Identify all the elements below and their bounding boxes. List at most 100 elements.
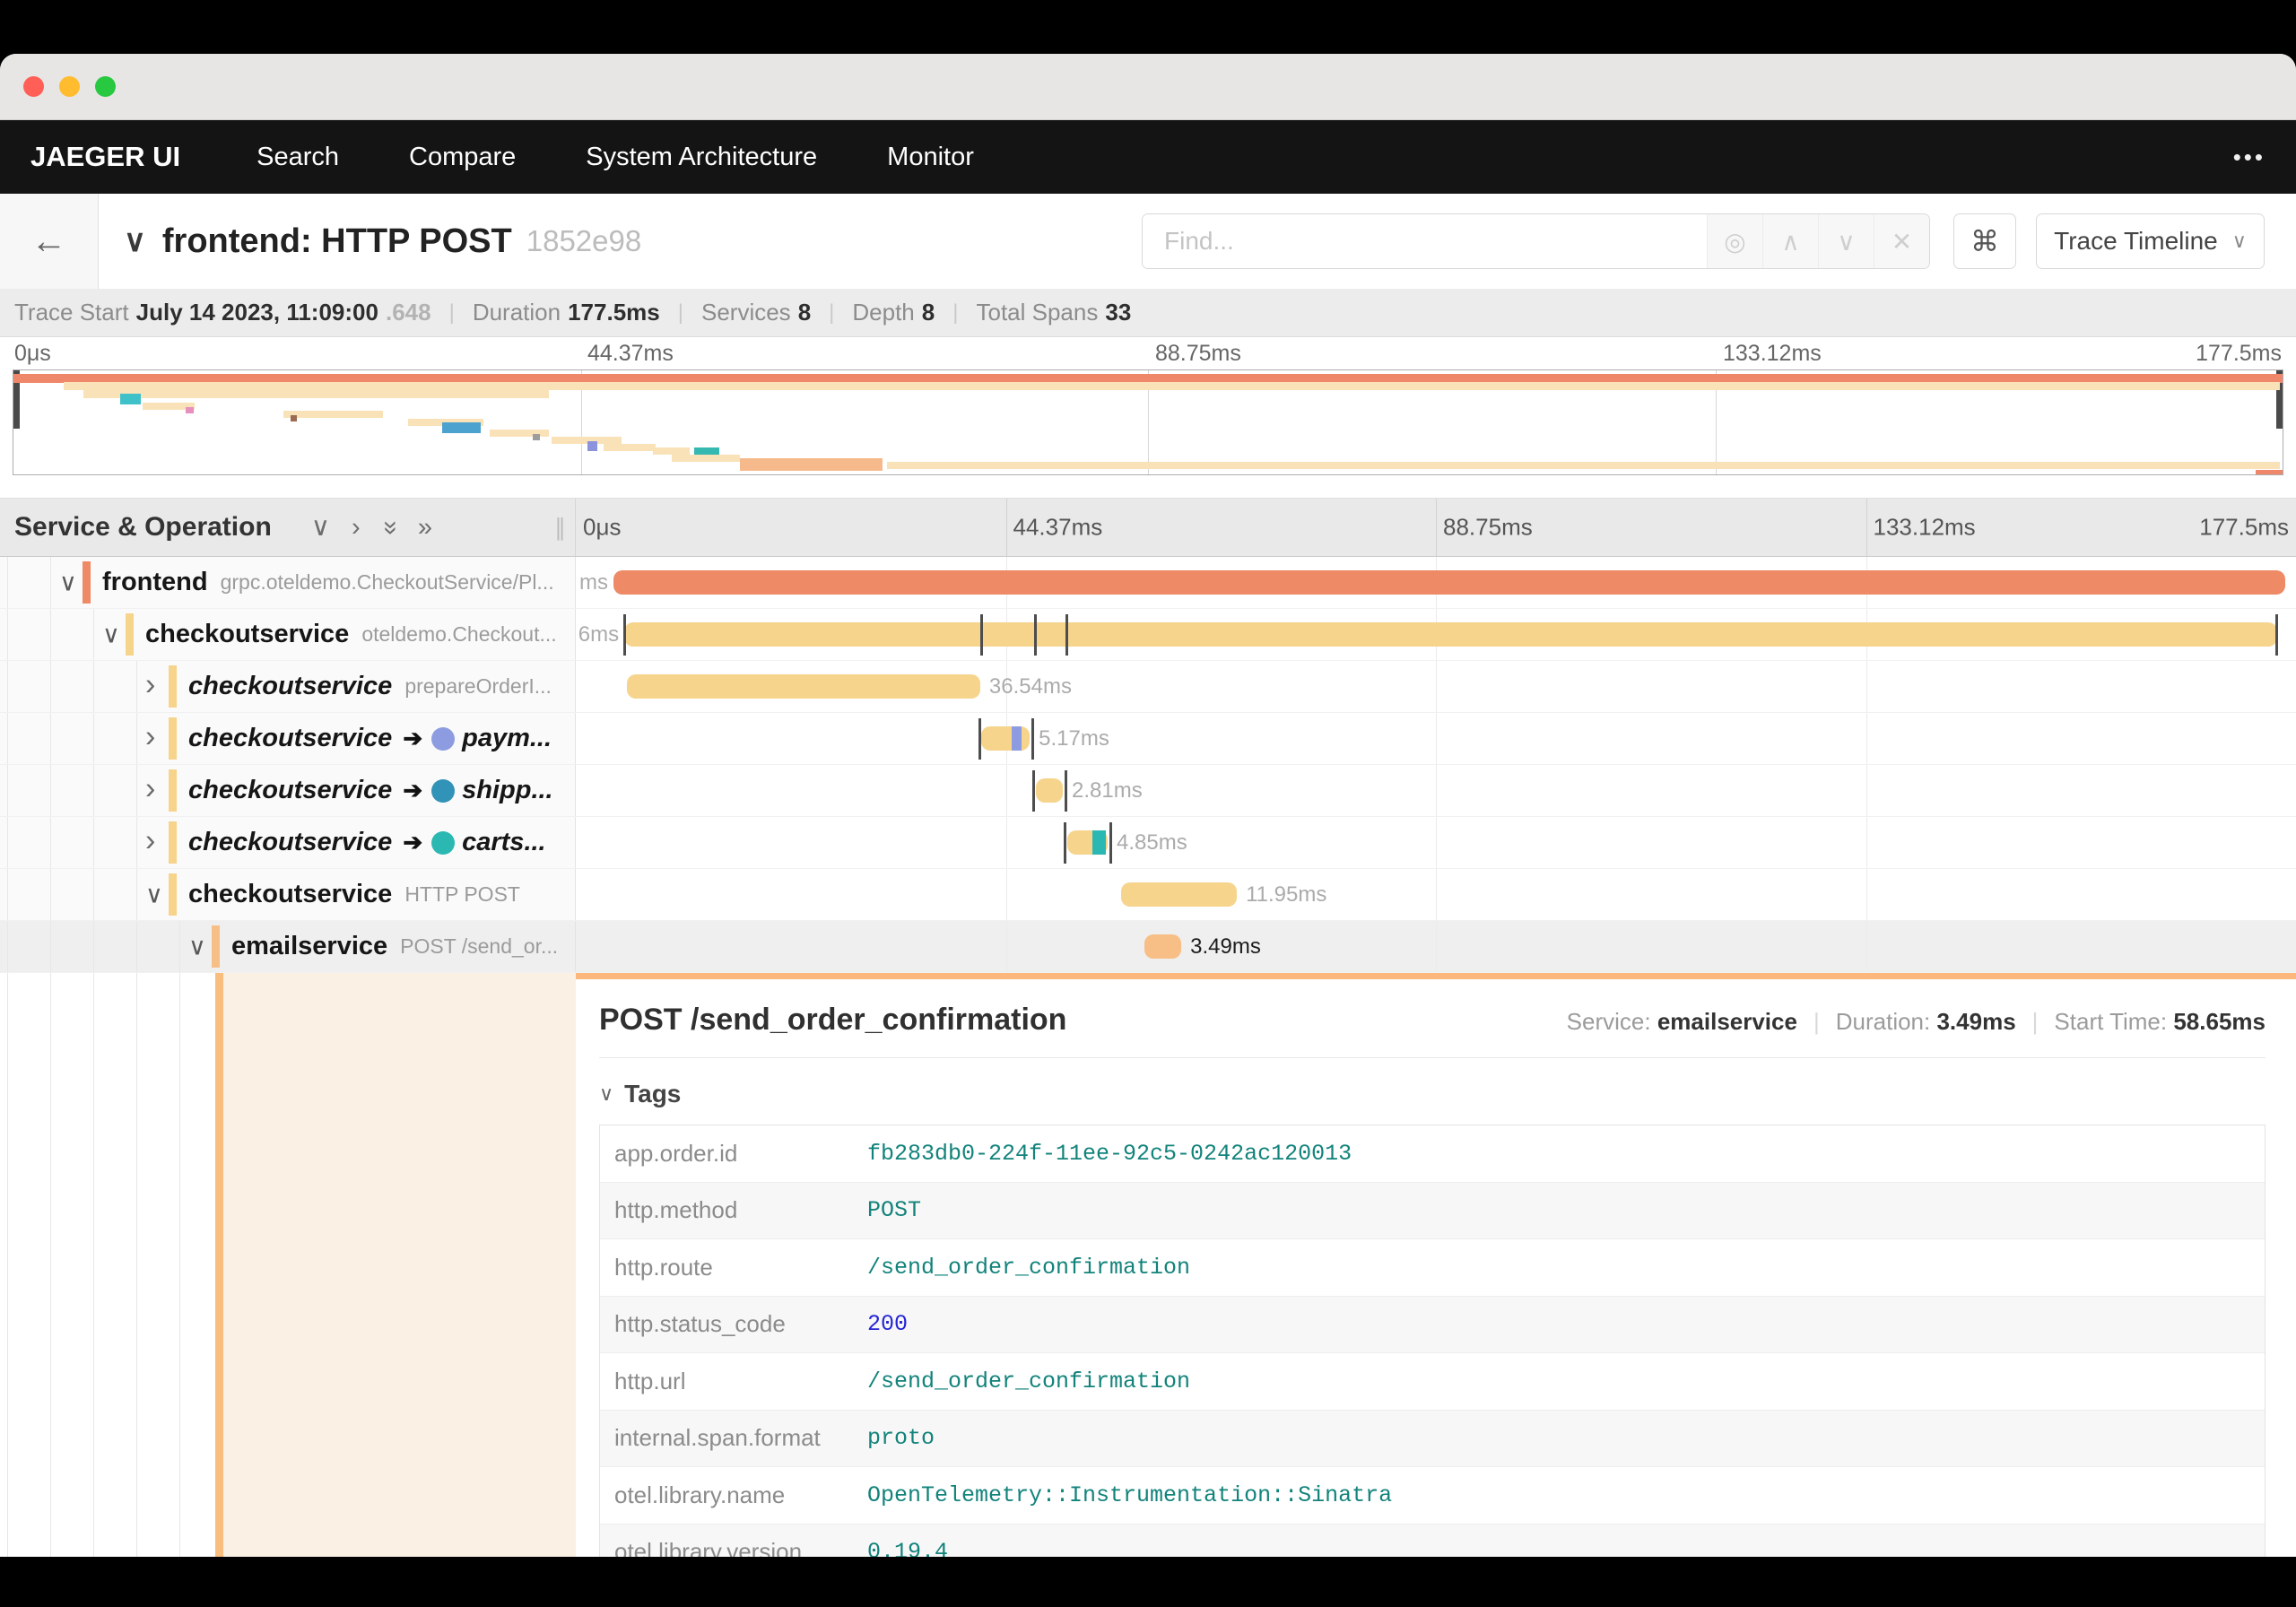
axis-tick-label: 177.5ms [2196,341,2282,367]
service-name: checkoutservice [188,672,392,701]
span-row-checkoutservice-6: ∨checkoutserviceHTTP POST11.95ms [0,869,2296,921]
chevron-down-icon[interactable]: ∨ [145,881,163,908]
span-rows: ∨ frontendgrpc.oteldemo.CheckoutService/P… [0,557,2296,973]
find-input[interactable] [1143,214,1707,268]
indent-guide [93,921,94,972]
tag-row-app-order-id: app.order.idfb283db0-224f-11ee-92c5-0242… [600,1125,2265,1183]
span-name-cell[interactable]: ∨emailservicePOST /send_or... [0,921,576,972]
summary-value: July 14 2023, 11:09:00 [136,299,378,326]
span-event-tick [1034,614,1037,656]
collapse-all-icon[interactable]: « [376,520,402,534]
find-locate-button[interactable]: ◎ [1707,214,1762,268]
trace-header: ← ∨ frontend: HTTP POST 1852e98 ◎∧∨✕ ⌘ T… [0,194,2296,289]
tag-row-http-status-code: http.status_code200 [600,1297,2265,1354]
minimap-canvas[interactable] [13,369,2283,475]
reference-arrow-icon: ➔ [403,725,422,752]
span-name-cell[interactable]: ∨checkoutserviceHTTP POST [0,869,576,920]
expand-one-icon[interactable]: › [352,515,361,541]
jaeger-logo[interactable]: JAEGER UI [30,141,180,173]
nav-item-monitor[interactable]: Monitor [852,143,1009,172]
summary-value: 33 [1105,299,1131,326]
span-timeline-cell[interactable]: 6ms [576,609,2296,660]
find-clear-button[interactable]: ✕ [1874,214,1929,268]
tags-section-toggle[interactable]: ∨ Tags [599,1080,2266,1108]
span-name-cell[interactable]: ›checkoutservice➔paym... [0,713,576,764]
indent-guide [50,661,51,712]
reference-arrow-icon: ➔ [403,829,422,856]
span-bar[interactable] [627,674,980,699]
close-window-button[interactable] [23,76,44,97]
span-timeline-cell[interactable]: 11.95ms [576,869,2296,920]
span-timeline-cell[interactable]: 4.85ms [576,817,2296,868]
span-bar[interactable] [1144,934,1181,959]
tag-value: 0.19.4 [867,1539,948,1557]
nav-item-search[interactable]: Search [222,143,374,172]
meta-value: emailservice [1657,1008,1797,1035]
span-bar[interactable] [1036,778,1063,803]
chevron-right-icon[interactable]: › [145,667,155,702]
chevron-right-icon[interactable]: › [145,823,155,858]
span-bar[interactable] [1121,882,1237,907]
indent-guide [50,817,51,868]
indent-guide [50,973,51,1557]
axis-tick-label: 0μs [14,341,51,367]
axis-tick-label: 44.37ms [587,341,674,367]
span-row-frontend-0: ∨ frontendgrpc.oteldemo.CheckoutService/P… [0,557,2296,609]
chevron-right-icon[interactable]: › [145,771,155,806]
referenced-service-name: paym... [462,724,552,753]
span-timeline-cell[interactable]: ms [576,557,2296,608]
find-next-button[interactable]: ∨ [1818,214,1874,268]
nav-item-compare[interactable]: Compare [374,143,551,172]
find-prev-button[interactable]: ∧ [1762,214,1818,268]
span-name-cell[interactable]: ›checkoutservice➔carts... [0,817,576,868]
minimap-span [120,394,141,404]
span-name-cell[interactable]: ∨ frontendgrpc.oteldemo.CheckoutService/P… [0,557,576,608]
minimap-span [672,455,740,462]
view-selector-button[interactable]: Trace Timeline ∨ [2036,213,2265,269]
minimize-window-button[interactable] [59,76,80,97]
span-color-bar [169,665,177,708]
span-table-header: Service & Operation ∨ › « » ∥ 0μs44.37ms… [0,498,2296,557]
trace-summary-bar: Trace StartJuly 14 2023, 11:09:00.648|Du… [0,289,2296,337]
operation-name: POST /send_or... [400,934,558,959]
chevron-down-icon[interactable]: ∨ [102,621,120,648]
minimap-span [552,437,622,444]
span-bar[interactable] [981,726,1030,751]
timeline-gridline [1436,869,1437,920]
span-bar[interactable] [613,570,2285,595]
keyboard-shortcuts-button[interactable]: ⌘ [1953,213,2016,269]
span-timeline-cell[interactable]: 2.81ms [576,765,2296,816]
trace-collapse-icon[interactable]: ∨ [124,223,146,259]
span-color-bar [83,561,91,604]
summary-separator: | [449,300,455,326]
service-color-dot [431,831,455,855]
summary-separator: | [678,300,683,326]
span-name-cell[interactable]: ›checkoutserviceprepareOrderI... [0,661,576,712]
nav-overflow-icon[interactable]: ••• [2233,143,2266,171]
span-timeline-cell[interactable]: 36.54ms [576,661,2296,712]
axis-tick-label: 88.75ms [1155,341,1241,367]
chevron-down-icon[interactable]: ∨ [188,933,206,960]
span-name-cell[interactable]: ∨checkoutserviceoteldemo.Checkout... [0,609,576,660]
expand-all-icon[interactable]: » [418,515,432,541]
maximize-window-button[interactable] [95,76,116,97]
indent-guide [93,609,94,660]
chevron-down-icon[interactable]: ∨ [59,569,77,596]
back-button[interactable]: ← [0,194,99,289]
span-timeline-cell[interactable]: 5.17ms [576,713,2296,764]
tags-label: Tags [624,1080,681,1108]
summary-value: 8 [798,299,811,326]
span-timeline-cell[interactable]: 3.49ms [576,921,2296,972]
referenced-service-name: carts... [462,828,546,857]
span-name-cell[interactable]: ›checkoutservice➔shipp... [0,765,576,816]
nav-item-system-architecture[interactable]: System Architecture [551,143,852,172]
minimap-span [291,415,298,421]
axis-tick-label: 0μs [583,514,621,542]
indent-guide [179,973,180,1557]
span-bar[interactable] [624,622,2277,647]
service-name: frontend [102,568,208,597]
column-resize-handle[interactable]: ∥ [554,514,566,542]
chevron-right-icon[interactable]: › [145,719,155,754]
span-name-text: frontendgrpc.oteldemo.CheckoutService/Pl… [102,557,571,608]
collapse-one-icon[interactable]: ∨ [311,515,330,541]
